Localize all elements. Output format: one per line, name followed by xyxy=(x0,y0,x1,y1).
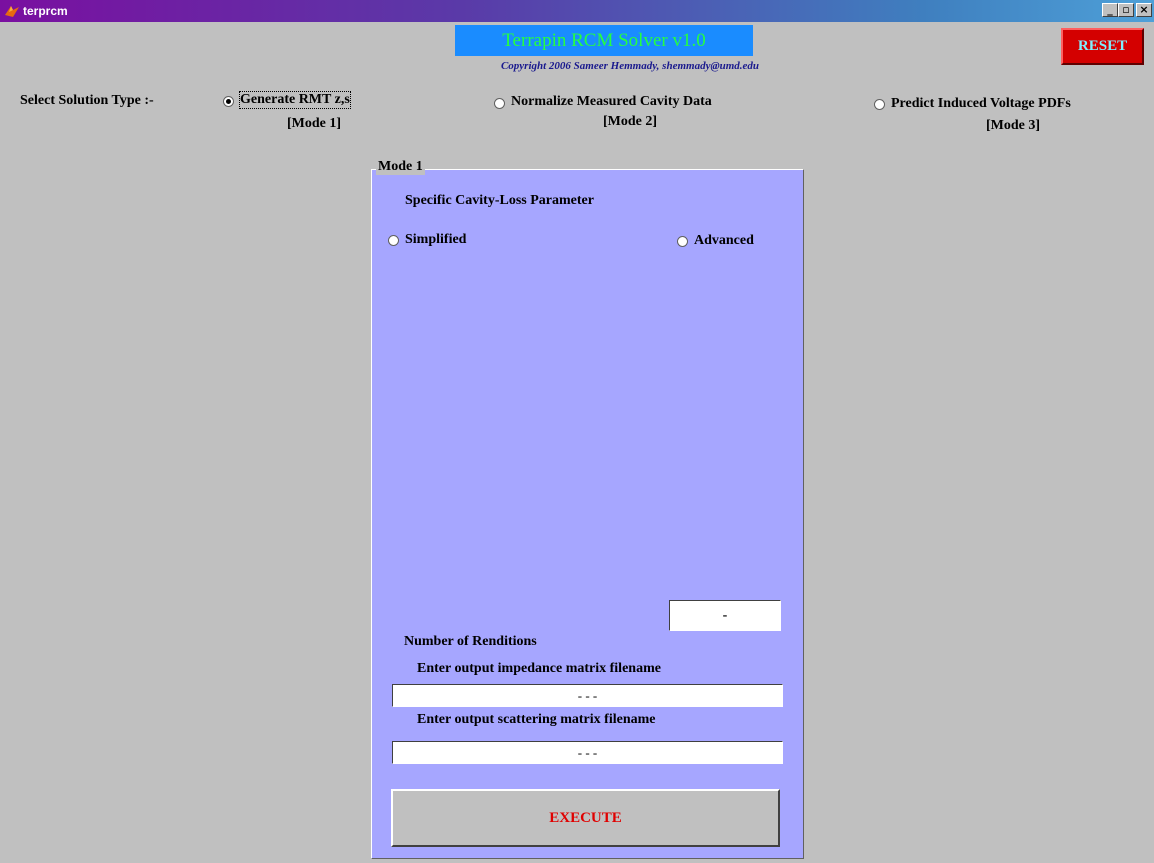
matlab-icon xyxy=(5,6,19,17)
mode3-tag: [Mode 3] xyxy=(986,118,1041,133)
advanced-radio[interactable] xyxy=(677,236,688,247)
solution-type-label: Select Solution Type :- xyxy=(20,93,154,108)
simplified-label[interactable]: Simplified xyxy=(405,232,466,248)
maximize-icon: ▫ xyxy=(1122,3,1130,16)
renditions-label: Number of Renditions xyxy=(404,634,537,649)
mode1-option-label[interactable]: Generate RMT z,s xyxy=(239,91,351,109)
execute-button[interactable]: EXECUTE xyxy=(391,789,780,847)
maximize-button[interactable]: ▫ xyxy=(1118,3,1134,17)
scattering-filename-label: Enter output scattering matrix filename xyxy=(417,712,656,727)
mode2-radio[interactable] xyxy=(494,98,505,109)
impedance-filename-input[interactable]: - - - xyxy=(392,684,783,707)
mode3-radio[interactable] xyxy=(874,99,885,110)
window-title: terprcm xyxy=(23,4,68,18)
copyright-text: Copyright 2006 Sameer Hemmady, shemmady@… xyxy=(500,60,760,72)
advanced-label[interactable]: Advanced xyxy=(694,233,754,249)
simplified-radio[interactable] xyxy=(388,235,399,246)
scattering-filename-input[interactable]: - - - xyxy=(392,741,783,764)
loss-parameter-label: Specific Cavity-Loss Parameter xyxy=(405,193,594,208)
mode1-tag: [Mode 1] xyxy=(287,116,342,131)
window-titlebar[interactable]: terprcm _ ▫ × xyxy=(0,0,1154,22)
reset-button[interactable]: RESET xyxy=(1061,28,1144,65)
renditions-input[interactable]: - xyxy=(669,600,781,631)
mode1-radio[interactable] xyxy=(223,96,234,107)
close-button[interactable]: × xyxy=(1136,3,1152,17)
minimize-icon: _ xyxy=(1107,3,1113,16)
mode3-option-label[interactable]: Predict Induced Voltage PDFs xyxy=(891,96,1071,112)
mode2-option-label[interactable]: Normalize Measured Cavity Data xyxy=(511,94,712,110)
panel-title: Mode 1 xyxy=(376,159,425,175)
app-banner: Terrapin RCM Solver v1.0 xyxy=(455,25,753,56)
mode2-tag: [Mode 2] xyxy=(603,114,658,129)
minimize-button[interactable]: _ xyxy=(1102,3,1118,17)
impedance-filename-label: Enter output impedance matrix filename xyxy=(417,661,661,676)
close-icon: × xyxy=(1139,3,1149,16)
